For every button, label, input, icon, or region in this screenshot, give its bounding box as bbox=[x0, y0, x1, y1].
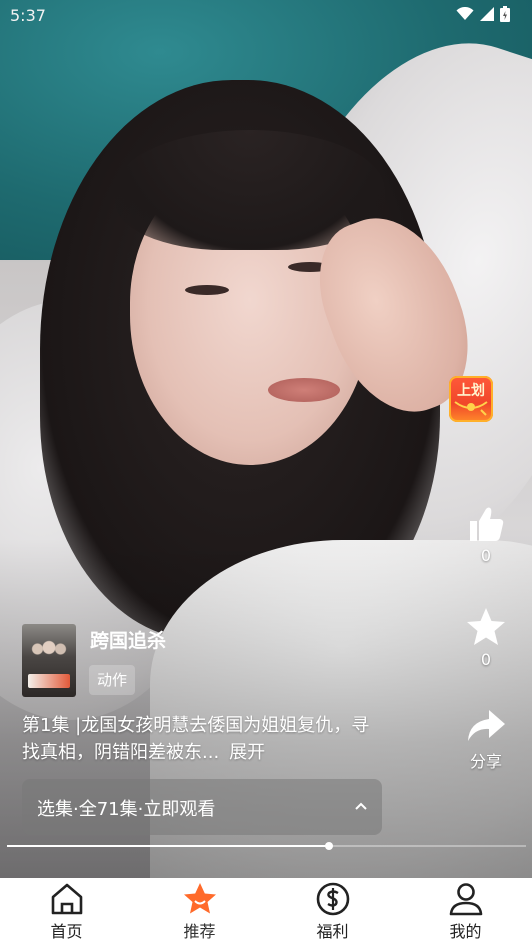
nav-label-home: 首页 bbox=[50, 922, 83, 941]
episode-selector-button[interactable]: 选集·全71集·立即观看 bbox=[22, 779, 382, 835]
person-icon bbox=[449, 883, 482, 916]
thumbs-up-icon bbox=[470, 507, 504, 541]
signal-icon bbox=[480, 7, 494, 21]
nav-label-me: 我的 bbox=[449, 922, 482, 941]
drama-title[interactable]: 跨国追杀 bbox=[90, 626, 166, 653]
star-icon bbox=[467, 608, 505, 645]
favorite-button[interactable]: 0 bbox=[458, 602, 514, 669]
progress-thumb[interactable] bbox=[324, 842, 333, 850]
poster-logo bbox=[28, 674, 70, 688]
app-screen: 5:37 上划 0 0 分享 跨国追杀 动作 第1集 |龙国女孩明慧去倭国为姐姐… bbox=[0, 0, 532, 946]
poster-art bbox=[26, 634, 72, 664]
dollar-icon bbox=[316, 882, 349, 916]
chevron-up-icon bbox=[355, 802, 367, 810]
status-icons bbox=[456, 6, 510, 22]
status-bar: 5:37 bbox=[0, 0, 532, 30]
home-icon bbox=[51, 883, 82, 915]
favorite-count: 0 bbox=[480, 650, 492, 669]
video-eye bbox=[185, 285, 229, 295]
star-icon bbox=[183, 883, 216, 914]
share-button[interactable]: 分享 bbox=[458, 702, 514, 772]
red-envelope-label: 上划 bbox=[457, 383, 485, 399]
share-icon bbox=[468, 710, 505, 741]
video-progress-bar[interactable] bbox=[7, 842, 526, 850]
nav-item-recommend[interactable]: 推荐 bbox=[150, 878, 250, 946]
nav-item-welfare[interactable]: 福利 bbox=[283, 878, 383, 946]
status-time: 5:37 bbox=[10, 6, 46, 25]
drama-poster[interactable] bbox=[22, 624, 76, 697]
envelope-icon bbox=[454, 401, 488, 416]
battery-icon bbox=[500, 6, 510, 22]
episode-selector-label: 选集·全71集·立即观看 bbox=[37, 799, 216, 820]
expand-link[interactable]: 展开 bbox=[229, 742, 265, 763]
bottom-nav: 首页 推荐 福利 我的 bbox=[0, 878, 532, 946]
red-envelope-button[interactable]: 上划 bbox=[449, 376, 493, 422]
nav-item-home[interactable]: 首页 bbox=[17, 878, 117, 946]
nav-item-me[interactable]: 我的 bbox=[416, 878, 516, 946]
nav-label-recommend: 推荐 bbox=[183, 922, 216, 941]
share-label: 分享 bbox=[469, 752, 502, 771]
wifi-icon bbox=[456, 7, 474, 20]
like-button[interactable]: 0 bbox=[458, 500, 514, 565]
like-count: 0 bbox=[480, 546, 492, 565]
episode-description[interactable]: 第1集 |龙国女孩明慧去倭国为姐姐复仇，寻找真相，阴错阳差被东... 展开 bbox=[22, 712, 382, 766]
progress-fill bbox=[7, 845, 329, 847]
nav-label-welfare: 福利 bbox=[316, 922, 349, 941]
genre-tag[interactable]: 动作 bbox=[89, 665, 136, 695]
video-lips bbox=[268, 378, 340, 402]
episode-description-text: 第1集 |龙国女孩明慧去倭国为姐姐复仇，寻找真相，阴错阳差被东... bbox=[22, 715, 370, 763]
